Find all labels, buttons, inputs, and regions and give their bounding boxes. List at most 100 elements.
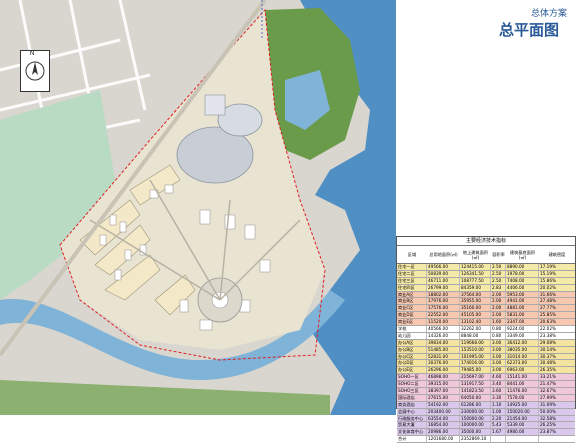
cell-density: 20.02%	[540, 284, 556, 290]
cell-base: 4406.00	[506, 284, 539, 291]
cell-far: 2.00	[491, 298, 506, 305]
cell-floor: 32262.00	[460, 326, 491, 332]
cell-name: SOHO三区	[397, 388, 427, 394]
cell-base	[506, 436, 539, 443]
cell-far: 1.60	[491, 319, 506, 326]
cell-base: 4881.00	[506, 305, 539, 312]
cell-name: 幼儿园	[397, 332, 427, 339]
cell-base: 3349.00	[506, 332, 539, 339]
cell-density: 27.48%	[540, 298, 556, 304]
cell-name: SOHO一区	[397, 374, 427, 381]
cell-density: 31.09%	[540, 401, 556, 407]
cell-area: 49566.00	[427, 264, 460, 270]
cell-far: 1.67	[491, 429, 506, 436]
cell-name: 办公E区	[397, 367, 427, 374]
cell-density: 22.02%	[540, 326, 556, 332]
cell-area: 39315.00	[427, 381, 460, 388]
cell-name: 商务酒店	[397, 401, 427, 408]
cell-base: 5831.00	[506, 312, 539, 319]
cell-name: 住宅四区	[397, 284, 427, 291]
cell-area: 14326.00	[427, 332, 460, 339]
cell-base: 7408.00	[506, 277, 539, 284]
cell-name: 合计	[397, 436, 427, 443]
cell-base: 21454.00	[506, 415, 539, 422]
table-row: 商业D区 22552.00 45105.00 2.00 5831.00 25.85%	[397, 312, 575, 320]
table-header: 区域 总用地面积(㎡) 地上建筑面积(㎡) 容积率 建筑基底面积(㎡) 建筑密度	[397, 246, 575, 264]
cell-name: 文化体育中心	[397, 429, 427, 436]
table-row: 办公B区 51485.00 153510.00 3.00 38035.00 30.14%	[397, 346, 575, 354]
cell-density: 50.00%	[540, 408, 556, 414]
cell-floor: 153510.00	[460, 346, 491, 353]
table-row: 住宅一区 49566.00 124415.00 2.50 8890.00 17.19%	[397, 264, 575, 271]
table-row: SOHO一区 46898.00 215697.00 4.60 15141.00 33.21…	[397, 374, 575, 382]
cell-base: 38035.00	[506, 346, 539, 353]
table-row: 办公E区 26296.00 79485.00 3.00 6963.00 26.35%	[397, 367, 575, 375]
table-body: 住宅一区 49566.00 124415.00 2.50 8890.00 17.19% 住宅…	[397, 264, 575, 443]
title-block: 总体方案 总平面图	[398, 0, 581, 48]
cell-far: 3.40	[491, 381, 506, 388]
table-row: SOHO二区 39315.00 131917.50 3.40 8441.00 21.47%	[397, 381, 575, 389]
cell-floor: 84359.00	[460, 284, 491, 291]
cell-area: 39834.00	[427, 339, 460, 346]
north-arrow: N	[20, 50, 50, 92]
cell-floor: 101995.00	[460, 353, 491, 360]
cell-floor: 35000.00	[460, 429, 491, 436]
cell-far: 3.00	[491, 360, 506, 367]
cell-density: 27.77%	[540, 305, 556, 311]
cell-name: 住宅三区	[397, 277, 427, 284]
cell-density: 25.85%	[540, 312, 556, 318]
cell-density: 20.63%	[540, 319, 556, 325]
cell-density: 15.86%	[540, 277, 556, 283]
cell-name: 国际酒店	[397, 394, 427, 401]
table-row: 办公D区 30376.00 174016.00 3.00 62373.00 30.48%	[397, 360, 575, 368]
table-row: 商业E区 11520.00 13102.40 1.60 2347.00 20.63%	[397, 319, 575, 327]
cell-name: 商业E区	[397, 319, 427, 326]
table-row: 行政服务中心 63554.00 150000.00 2.20 21454.00 32.58…	[397, 415, 575, 423]
cell-area: 26799.00	[427, 284, 460, 291]
col-far: 容积率	[492, 252, 505, 257]
cell-name: 办公C区	[397, 353, 427, 360]
cell-density: 33.21%	[540, 374, 556, 380]
subtitle: 总体方案	[530, 9, 567, 19]
table-row: 住宅三区 46711.00 108777.50 2.50 7408.00 15.86%	[397, 277, 575, 285]
cell-floor: 100000.00	[460, 422, 491, 429]
cell-base: 36412.00	[506, 339, 539, 346]
cell-far: 3.30	[491, 394, 506, 401]
cell-name: 商业D区	[397, 312, 427, 319]
cell-area: 52831.00	[427, 353, 460, 360]
cell-name: 贸易大厦	[397, 422, 427, 429]
cell-density: 23.87%	[540, 429, 556, 435]
cell-floor: 119668.00	[460, 339, 491, 346]
cell-density: 17.19%	[540, 264, 556, 269]
cell-floor: 124415.00	[460, 264, 491, 270]
cell-far: 2.00	[491, 312, 506, 319]
cell-area: 27615.00	[427, 394, 460, 401]
cell-density: 27.99%	[540, 394, 556, 400]
cell-area: 38397.00	[427, 388, 460, 394]
cell-density	[539, 436, 575, 442]
cell-floor: 141823.50	[460, 388, 491, 394]
cell-far: 4.60	[491, 374, 506, 381]
cell-area: 50839.00	[427, 270, 460, 277]
cell-name: 商业A区	[397, 291, 427, 298]
cell-far: 2.20	[491, 415, 506, 422]
cell-density: 30.48%	[540, 360, 556, 366]
cell-density: 29.08%	[540, 339, 556, 345]
cell-far: 3.00	[491, 367, 506, 374]
col-floor-area: 地上建筑面积(㎡)	[462, 249, 489, 260]
cell-density: 15.19%	[540, 270, 556, 276]
cell-far: 3.60	[491, 388, 506, 394]
cell-area: 30376.00	[427, 360, 460, 367]
col-region: 区域	[407, 252, 417, 257]
cell-density: 21.47%	[540, 381, 556, 387]
cell-floor: 126341.50	[460, 270, 491, 277]
cell-density: 32.58%	[540, 415, 556, 421]
cell-area: 26296.00	[427, 367, 460, 374]
col-total-area: 总用地面积(㎡)	[429, 252, 458, 257]
cell-far: 0.80	[491, 332, 506, 339]
cell-density: 30.37%	[540, 353, 556, 359]
cell-base: 8890.00	[506, 264, 539, 270]
north-label: N	[30, 51, 35, 57]
cell-area: 18802.00	[427, 291, 460, 298]
col-density: 建筑密度	[548, 252, 566, 257]
